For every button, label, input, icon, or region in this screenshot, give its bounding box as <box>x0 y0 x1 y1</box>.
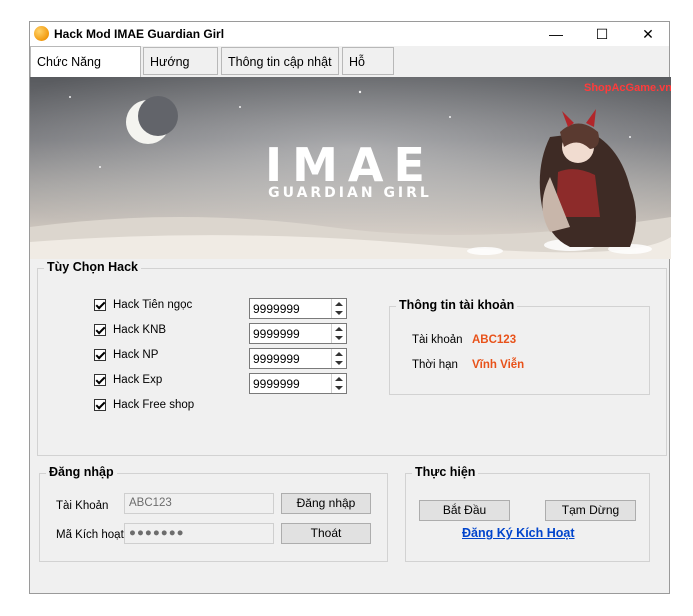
spinner-tien-ngoc[interactable]: 9999999 <box>249 298 347 319</box>
spinner-value: 9999999 <box>253 327 300 341</box>
tab-main-functions[interactable]: Chức Năng Chính <box>30 46 141 100</box>
banner-art: ShopAcGame.vn IMAE GUARDIAN GIRL <box>30 77 671 259</box>
arrow-up-icon[interactable] <box>335 302 343 306</box>
spinner-arrows[interactable] <box>331 299 346 318</box>
checkbox-hack-knb[interactable] <box>94 324 106 336</box>
spinner-arrows[interactable] <box>331 324 346 343</box>
checkbox-hack-tien-ngoc[interactable] <box>94 299 106 311</box>
arrow-up-icon[interactable] <box>335 327 343 331</box>
arrow-up-icon[interactable] <box>335 377 343 381</box>
label-hack-exp: Hack Exp <box>113 374 163 386</box>
banner-watermark: ShopAcGame.vn <box>584 82 671 94</box>
banner-logo-main: IMAE <box>265 138 435 192</box>
activation-code-input[interactable]: ●●●●●●● <box>124 523 274 544</box>
close-button[interactable]: ✕ <box>625 22 671 46</box>
label-hack-tien-ngoc: Hack Tiên ngọc <box>113 299 193 311</box>
tab-support[interactable]: Hỗ Trợ <box>342 47 394 97</box>
hack-options-legend: Tùy Chọn Hack <box>44 260 141 274</box>
actions-group: Thực hiện Bắt Đầu Tạm Dừng Đăng Ký Kích … <box>405 465 650 562</box>
spinner-value: 9999999 <box>253 302 300 316</box>
arrow-down-icon[interactable] <box>335 361 343 365</box>
login-group: Đăng nhập Tài Khoản ABC123 Đăng nhập Mã … <box>39 465 388 562</box>
activation-code-label: Mã Kích hoạt <box>56 529 124 541</box>
spinner-exp[interactable]: 9999999 <box>249 373 347 394</box>
account-info-legend: Thông tin tài khoản <box>396 298 518 312</box>
spinner-np[interactable]: 9999999 <box>249 348 347 369</box>
tab-update-info[interactable]: Thông tin cập nhật <box>221 47 339 75</box>
banner-logo-sub: GUARDIAN GIRL <box>268 185 432 201</box>
arrow-down-icon[interactable] <box>335 336 343 340</box>
spinner-knb[interactable]: 9999999 <box>249 323 347 344</box>
spinner-arrows[interactable] <box>331 349 346 368</box>
tab-guide[interactable]: Hướng Dẫn <box>143 47 218 97</box>
account-label: Tài khoản <box>412 334 463 346</box>
start-button[interactable]: Bắt Đầu <box>419 500 510 521</box>
arrow-down-icon[interactable] <box>335 311 343 315</box>
login-legend: Đăng nhập <box>46 465 117 479</box>
main-window: Hack Mod IMAE Guardian Girl — ☐ ✕ Chức N… <box>29 21 671 594</box>
game-banner: ShopAcGame.vn IMAE GUARDIAN GIRL <box>30 77 671 259</box>
checkbox-hack-free-shop[interactable] <box>94 399 106 411</box>
minimize-button[interactable]: — <box>533 22 579 46</box>
maximize-button[interactable]: ☐ <box>579 22 625 46</box>
actions-legend: Thực hiện <box>412 465 479 479</box>
checkbox-hack-np[interactable] <box>94 349 106 361</box>
arrow-down-icon[interactable] <box>335 386 343 390</box>
login-account-label: Tài Khoản <box>56 500 109 512</box>
label-hack-free-shop: Hack Free shop <box>113 399 195 411</box>
expiry-label: Thời hạn <box>412 359 458 371</box>
arrow-up-icon[interactable] <box>335 352 343 356</box>
pause-button[interactable]: Tạm Dừng <box>545 500 636 521</box>
window-title: Hack Mod IMAE Guardian Girl <box>54 27 225 41</box>
hack-options-group: Tùy Chọn Hack Hack Tiên ngọc Hack KNB Ha… <box>37 260 667 456</box>
login-button[interactable]: Đăng nhập <box>281 493 371 514</box>
title-bar[interactable]: Hack Mod IMAE Guardian Girl — ☐ ✕ <box>30 22 669 46</box>
app-icon <box>34 26 49 41</box>
label-hack-np: Hack NP <box>113 349 159 361</box>
spinner-value: 9999999 <box>253 377 300 391</box>
account-info-group: Thông tin tài khoản Tài khoản ABC123 Thờ… <box>389 298 650 395</box>
register-activation-link[interactable]: Đăng Ký Kích Hoạt <box>462 526 575 540</box>
account-value: ABC123 <box>472 334 517 346</box>
expiry-value: Vĩnh Viễn <box>472 359 525 371</box>
spinner-value: 9999999 <box>253 352 300 366</box>
tab-strip: Chức Năng Chính Hướng Dẫn Thông tin cập … <box>30 46 669 100</box>
checkbox-hack-exp[interactable] <box>94 374 106 386</box>
label-hack-knb: Hack KNB <box>113 324 167 336</box>
spinner-arrows[interactable] <box>331 374 346 393</box>
login-account-input[interactable]: ABC123 <box>124 493 274 514</box>
exit-button[interactable]: Thoát <box>281 523 371 544</box>
